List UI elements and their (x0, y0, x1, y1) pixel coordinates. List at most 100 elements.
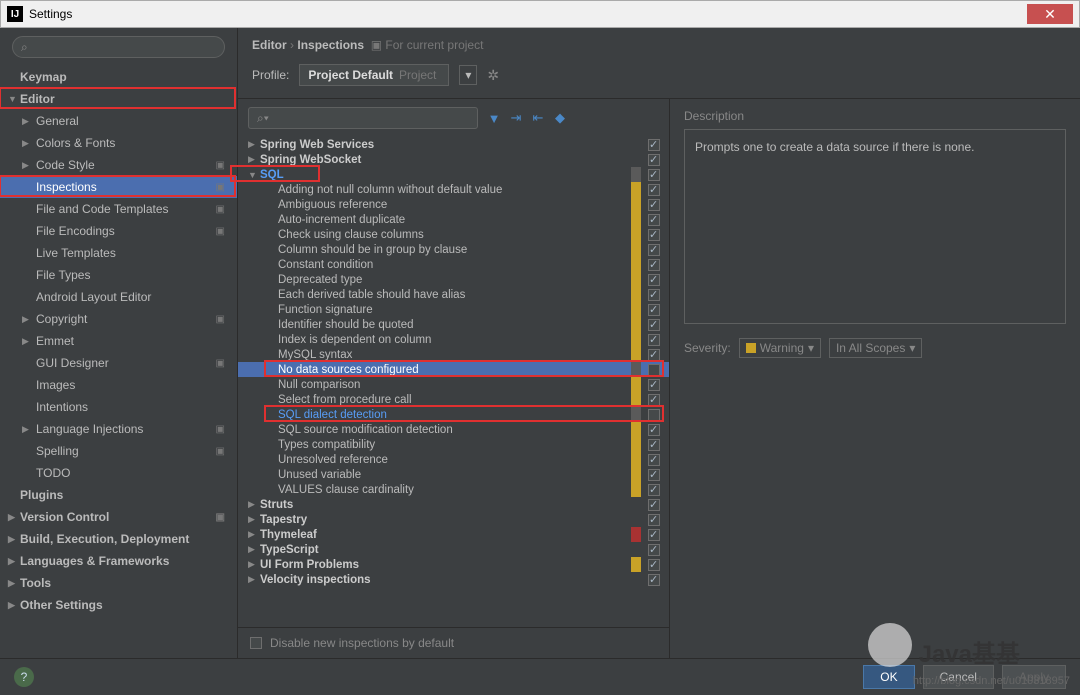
inspection-checkbox[interactable] (648, 349, 660, 361)
category-velocity-inspections[interactable]: ▶Velocity inspections (238, 572, 669, 587)
sidebar-item-copyright[interactable]: ▶Copyright▣ (0, 308, 237, 330)
help-icon[interactable]: ? (14, 667, 34, 687)
inspection-checkbox[interactable] (648, 529, 660, 541)
sidebar-search[interactable]: ⌕ (12, 36, 225, 58)
inspection-checkbox[interactable] (648, 304, 660, 316)
reset-icon[interactable]: ◆ (552, 110, 568, 126)
sidebar-item-colors-fonts[interactable]: ▶Colors & Fonts (0, 132, 237, 154)
inspection-checkbox[interactable] (648, 319, 660, 331)
inspection-mysql-syntax[interactable]: MySQL syntax (238, 347, 669, 362)
disable-new-row[interactable]: Disable new inspections by default (238, 627, 669, 658)
inspection-null-comparison[interactable]: Null comparison (238, 377, 669, 392)
sidebar-item-version-control[interactable]: ▶Version Control▣ (0, 506, 237, 528)
sidebar-item-todo[interactable]: TODO (0, 462, 237, 484)
inspection-types-compatibility[interactable]: Types compatibility (238, 437, 669, 452)
category-tapestry[interactable]: ▶Tapestry (238, 512, 669, 527)
sidebar-item-other-settings[interactable]: ▶Other Settings (0, 594, 237, 616)
inspection-auto-increment-duplicate[interactable]: Auto-increment duplicate (238, 212, 669, 227)
inspection-ambiguous-reference[interactable]: Ambiguous reference (238, 197, 669, 212)
inspection-sql-dialect-detection[interactable]: SQL dialect detection (238, 407, 669, 422)
inspection-search[interactable]: ⌕▾ (248, 107, 478, 129)
sidebar-item-general[interactable]: ▶General (0, 110, 237, 132)
inspection-checkbox[interactable] (648, 544, 660, 556)
inspection-unused-variable[interactable]: Unused variable (238, 467, 669, 482)
inspection-index-is-dependent-on-column[interactable]: Index is dependent on column (238, 332, 669, 347)
inspection-checkbox[interactable] (648, 229, 660, 241)
sidebar-item-spelling[interactable]: Spelling▣ (0, 440, 237, 462)
inspection-checkbox[interactable] (648, 364, 660, 376)
filter-icon[interactable]: ▼ (486, 110, 502, 126)
category-spring-web-services[interactable]: ▶Spring Web Services (238, 137, 669, 152)
profile-dropdown-icon[interactable]: ▾ (459, 65, 477, 85)
inspection-checkbox[interactable] (648, 469, 660, 481)
inspection-checkbox[interactable] (648, 334, 660, 346)
category-struts[interactable]: ▶Struts (238, 497, 669, 512)
inspection-checkbox[interactable] (648, 514, 660, 526)
sidebar-item-code-style[interactable]: ▶Code Style▣ (0, 154, 237, 176)
sidebar-item-file-types[interactable]: File Types (0, 264, 237, 286)
inspection-checkbox[interactable] (648, 154, 660, 166)
inspection-checkbox[interactable] (648, 379, 660, 391)
sidebar-item-gui-designer[interactable]: GUI Designer▣ (0, 352, 237, 374)
inspection-checkbox[interactable] (648, 139, 660, 151)
sidebar-item-build-execution-deployment[interactable]: ▶Build, Execution, Deployment (0, 528, 237, 550)
inspection-checkbox[interactable] (648, 559, 660, 571)
sidebar-item-inspections[interactable]: Inspections▣ (0, 176, 237, 198)
inspection-check-using-clause-columns[interactable]: Check using clause columns (238, 227, 669, 242)
sidebar-item-android-layout-editor[interactable]: Android Layout Editor (0, 286, 237, 308)
inspection-select-from-procedure-call[interactable]: Select from procedure call (238, 392, 669, 407)
inspection-column-should-be-in-group-by-clause[interactable]: Column should be in group by clause (238, 242, 669, 257)
category-sql[interactable]: ▼SQL (238, 167, 669, 182)
inspection-adding-not-null-column-without-default-value[interactable]: Adding not null column without default v… (238, 182, 669, 197)
inspection-checkbox[interactable] (648, 214, 660, 226)
sidebar-item-editor[interactable]: ▼Editor (0, 88, 237, 110)
scope-select[interactable]: In All Scopes ▾ (829, 338, 922, 358)
inspection-unresolved-reference[interactable]: Unresolved reference (238, 452, 669, 467)
inspection-no-data-sources-configured[interactable]: No data sources configured (238, 362, 669, 377)
severity-select[interactable]: Warning ▾ (739, 338, 821, 358)
inspection-deprecated-type[interactable]: Deprecated type (238, 272, 669, 287)
inspection-checkbox[interactable] (648, 454, 660, 466)
inspection-checkbox[interactable] (648, 439, 660, 451)
disable-new-checkbox[interactable] (250, 637, 262, 649)
inspection-checkbox[interactable] (648, 184, 660, 196)
category-ui-form-problems[interactable]: ▶UI Form Problems (238, 557, 669, 572)
inspection-checkbox[interactable] (648, 499, 660, 511)
sidebar-item-plugins[interactable]: Plugins (0, 484, 237, 506)
category-spring-websocket[interactable]: ▶Spring WebSocket (238, 152, 669, 167)
inspection-function-signature[interactable]: Function signature (238, 302, 669, 317)
inspections-tree[interactable]: ▶Spring Web Services▶Spring WebSocket▼SQ… (238, 137, 669, 627)
inspection-checkbox[interactable] (648, 289, 660, 301)
ok-button[interactable]: OK (863, 665, 914, 689)
inspection-checkbox[interactable] (648, 169, 660, 181)
inspection-values-clause-cardinality[interactable]: VALUES clause cardinality (238, 482, 669, 497)
sidebar-search-input[interactable] (32, 40, 216, 55)
inspection-checkbox[interactable] (648, 409, 660, 421)
sidebar-item-file-encodings[interactable]: File Encodings▣ (0, 220, 237, 242)
inspection-each-derived-table-should-have-alias[interactable]: Each derived table should have alias (238, 287, 669, 302)
inspection-checkbox[interactable] (648, 484, 660, 496)
collapse-icon[interactable]: ⇤ (530, 110, 546, 126)
gear-icon[interactable]: ✲ (487, 67, 499, 84)
inspection-checkbox[interactable] (648, 199, 660, 211)
close-icon[interactable]: ✕ (1027, 4, 1073, 24)
sidebar-item-emmet[interactable]: ▶Emmet (0, 330, 237, 352)
inspection-checkbox[interactable] (648, 259, 660, 271)
category-typescript[interactable]: ▶TypeScript (238, 542, 669, 557)
sidebar-item-language-injections[interactable]: ▶Language Injections▣ (0, 418, 237, 440)
sidebar-item-images[interactable]: Images (0, 374, 237, 396)
inspection-sql-source-modification-detection[interactable]: SQL source modification detection (238, 422, 669, 437)
inspection-checkbox[interactable] (648, 244, 660, 256)
expand-icon[interactable]: ⇥ (508, 110, 524, 126)
inspection-checkbox[interactable] (648, 574, 660, 586)
inspection-checkbox[interactable] (648, 274, 660, 286)
sidebar-item-intentions[interactable]: Intentions (0, 396, 237, 418)
sidebar-item-languages-frameworks[interactable]: ▶Languages & Frameworks (0, 550, 237, 572)
category-thymeleaf[interactable]: ▶Thymeleaf (238, 527, 669, 542)
inspection-checkbox[interactable] (648, 424, 660, 436)
sidebar-item-tools[interactable]: ▶Tools (0, 572, 237, 594)
sidebar-item-file-and-code-templates[interactable]: File and Code Templates▣ (0, 198, 237, 220)
profile-select[interactable]: Project Default Project (299, 64, 449, 86)
sidebar-item-keymap[interactable]: Keymap (0, 66, 237, 88)
breadcrumb-editor[interactable]: Editor (252, 38, 287, 52)
